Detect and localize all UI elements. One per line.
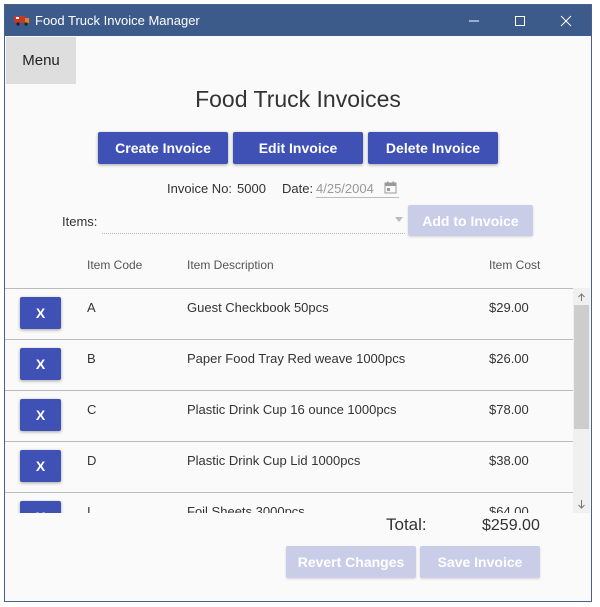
item-code: A xyxy=(87,300,96,315)
close-icon xyxy=(560,15,572,26)
item-code: B xyxy=(87,351,96,366)
total-value: $259.00 xyxy=(482,517,540,534)
dropdown-arrow-icon xyxy=(395,217,403,222)
header-item-description[interactable]: Item Description xyxy=(187,258,274,272)
items-table: X A Guest Checkbook 50pcs $29.00 X B Pap… xyxy=(5,288,591,513)
window-title: Food Truck Invoice Manager xyxy=(35,13,200,28)
remove-item-button[interactable]: X xyxy=(20,501,61,513)
invoice-number-label: Invoice No: xyxy=(167,181,233,196)
app-window: Food Truck Invoice Manager Menu Food Tru… xyxy=(4,4,592,602)
total-label: Total: xyxy=(386,515,427,534)
header-item-code[interactable]: Item Code xyxy=(87,258,142,272)
remove-item-button[interactable]: X xyxy=(20,297,61,329)
minimize-icon xyxy=(469,20,479,21)
minimize-button[interactable] xyxy=(451,5,497,36)
revert-changes-button[interactable]: Revert Changes xyxy=(286,546,416,578)
save-invoice-button[interactable]: Save Invoice xyxy=(420,546,540,578)
arrow-down-icon xyxy=(578,499,585,509)
title-bar[interactable]: Food Truck Invoice Manager xyxy=(5,5,591,36)
calendar-icon[interactable] xyxy=(384,181,397,194)
table-row: X A Guest Checkbook 50pcs $29.00 xyxy=(5,288,573,339)
table-row: X D Plastic Drink Cup Lid 1000pcs $38.00 xyxy=(5,441,573,492)
date-picker[interactable]: 4/25/2004 xyxy=(316,178,399,198)
delete-invoice-button[interactable]: Delete Invoice xyxy=(368,132,498,164)
item-code: I xyxy=(87,504,91,513)
maximize-button[interactable] xyxy=(497,5,543,36)
item-description: Plastic Drink Cup Lid 1000pcs xyxy=(187,453,361,468)
items-label: Items: xyxy=(62,214,98,229)
remove-item-button[interactable]: X xyxy=(20,450,61,482)
create-invoice-button[interactable]: Create Invoice xyxy=(98,132,228,164)
table-row: X B Paper Food Tray Red weave 1000pcs $2… xyxy=(5,339,573,390)
scroll-down-button[interactable] xyxy=(573,497,590,511)
date-label: Date: xyxy=(282,181,314,196)
header-item-cost[interactable]: Item Cost xyxy=(489,258,540,272)
close-button[interactable] xyxy=(543,5,589,36)
maximize-icon xyxy=(515,15,525,26)
item-code: D xyxy=(87,453,97,468)
add-to-invoice-button[interactable]: Add to Invoice xyxy=(408,205,533,236)
table-row: X I Foil Sheets 3000pcs $64.00 xyxy=(5,492,573,513)
table-scrollbar[interactable] xyxy=(573,288,590,513)
table-row: X C Plastic Drink Cup 16 ounce 1000pcs $… xyxy=(5,390,573,441)
scroll-up-button[interactable] xyxy=(573,290,590,304)
item-description: Foil Sheets 3000pcs xyxy=(187,504,305,513)
remove-item-button[interactable]: X xyxy=(20,399,61,431)
item-cost: $29.00 xyxy=(489,300,529,315)
remove-item-button[interactable]: X xyxy=(20,348,61,380)
scroll-thumb[interactable] xyxy=(574,305,589,429)
item-cost: $64.00 xyxy=(489,504,529,513)
items-dropdown[interactable] xyxy=(102,208,405,234)
item-cost: $78.00 xyxy=(489,402,529,417)
page-title: Food Truck Invoices xyxy=(195,86,401,112)
item-description: Paper Food Tray Red weave 1000pcs xyxy=(187,351,406,366)
item-cost: $38.00 xyxy=(489,453,529,468)
item-cost: $26.00 xyxy=(489,351,529,366)
item-code: C xyxy=(87,402,97,417)
date-value: 4/25/2004 xyxy=(316,181,374,196)
menu-button[interactable]: Menu xyxy=(6,37,76,84)
edit-invoice-button[interactable]: Edit Invoice xyxy=(233,132,363,164)
item-description: Guest Checkbook 50pcs xyxy=(187,300,329,315)
item-description: Plastic Drink Cup 16 ounce 1000pcs xyxy=(187,402,397,417)
food-truck-icon xyxy=(14,16,29,26)
invoice-number-value: 5000 xyxy=(237,181,266,196)
arrow-up-icon xyxy=(578,292,585,301)
